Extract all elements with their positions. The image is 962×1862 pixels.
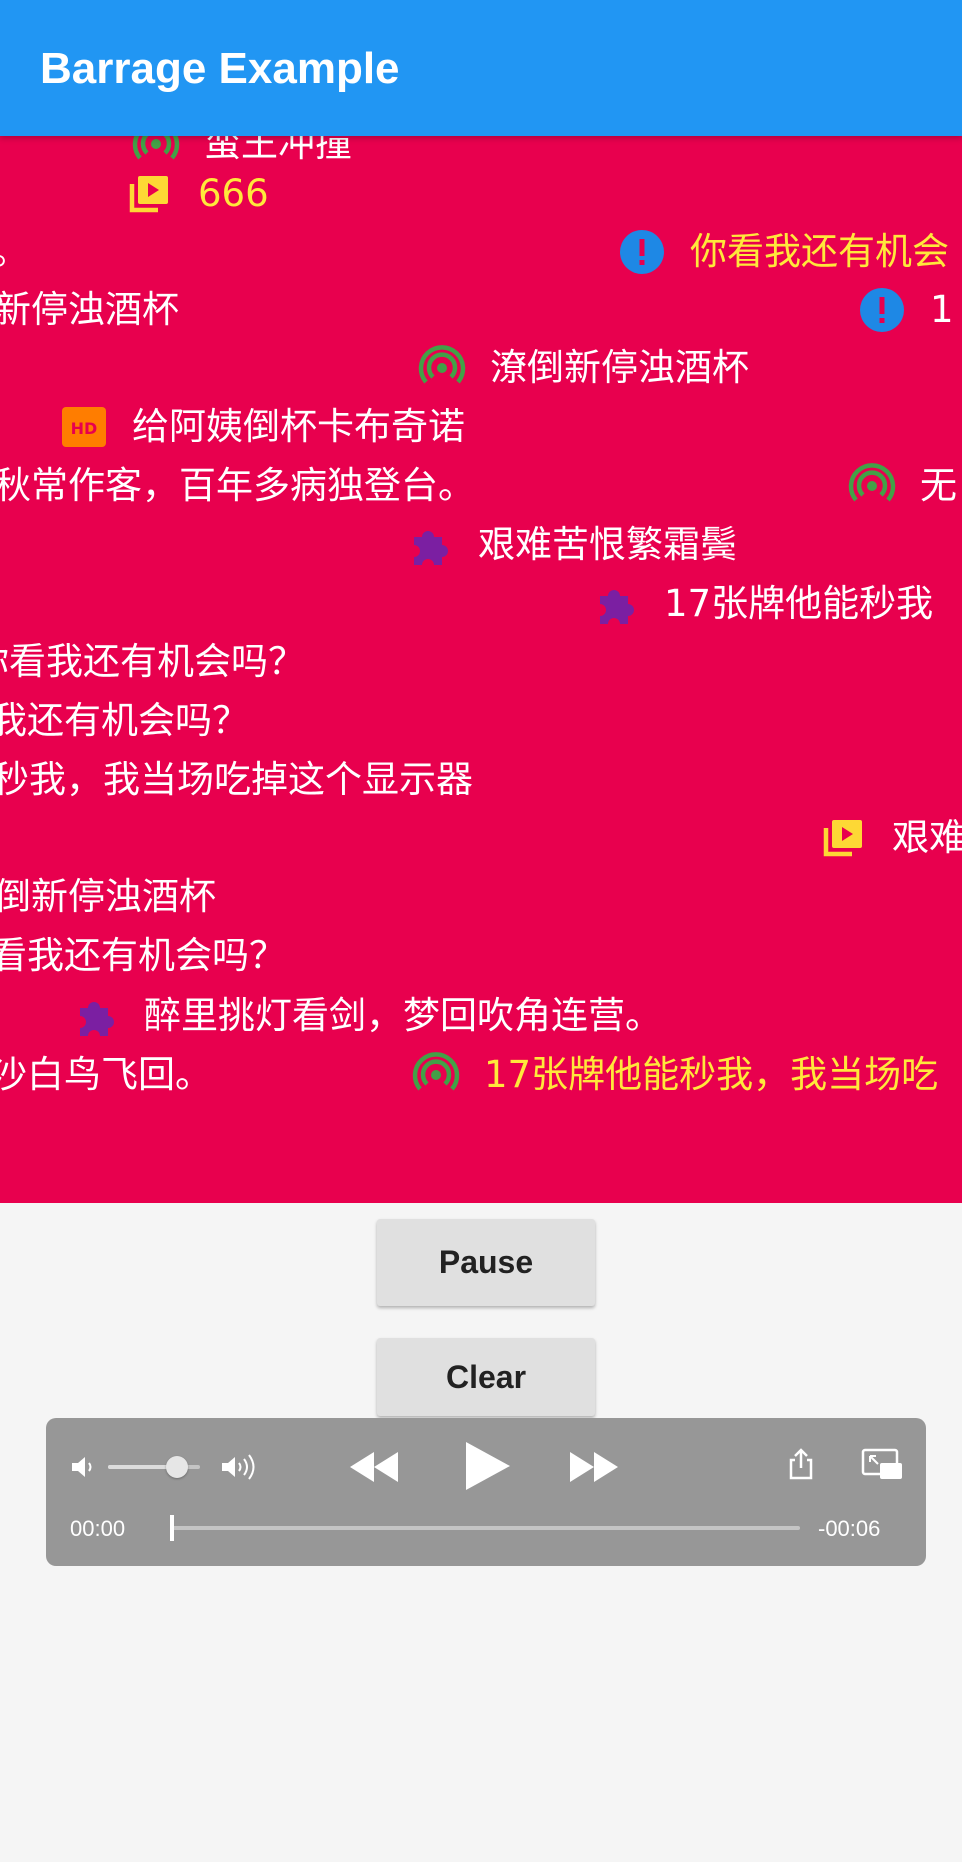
barrage-text: 。 (0, 228, 29, 276)
progress-knob[interactable] (170, 1515, 174, 1541)
picture-in-picture-icon[interactable] (860, 1446, 904, 1486)
volume-slider-knob[interactable] (166, 1456, 188, 1478)
barrage-item: 我还有机会吗？ (0, 697, 249, 745)
barrage-item: 你看我还有机会吗？ (0, 638, 305, 686)
barrage-text: 新停浊酒杯 (0, 288, 179, 331)
barrage-item: 倒新停浊酒杯 (0, 873, 216, 921)
remaining-time: -00:06 (818, 1516, 881, 1541)
barrage-text: 秒我，我当场吃掉这个显示器 (0, 758, 473, 801)
barrage-text: 秋常作客，百年多病独登台。 (0, 464, 475, 507)
clear-button[interactable]: Clear (377, 1338, 595, 1416)
current-time: 00:00 (70, 1516, 126, 1541)
play-icon[interactable] (462, 1438, 512, 1498)
barrage-item: 看我还有机会吗？ (0, 932, 286, 980)
barrage-text: 给阿姨倒杯卡布奇诺 (132, 405, 465, 448)
barrage-item: 。 (0, 228, 29, 276)
radio-waves-icon (846, 462, 898, 510)
rewind-icon[interactable] (348, 1448, 400, 1490)
alert-circle-icon (616, 228, 668, 276)
app-bar: Barrage Example (0, 0, 962, 136)
barrage-text: 看我还有机会吗？ (0, 934, 286, 977)
puzzle-piece-icon (404, 521, 456, 569)
volume-high-icon[interactable] (220, 1452, 262, 1486)
barrage-item: 秋常作客，百年多病独登台。 (0, 462, 475, 510)
barrage-item: 1 (856, 286, 954, 334)
barrage-text: 沙白鸟飞回。 (0, 1053, 212, 1096)
barrage-text: 17张牌他能秒我 (664, 582, 934, 625)
video-library-icon (818, 814, 870, 862)
svg-text:HD: HD (71, 419, 98, 438)
barrage-text: 你看我还有机会 (690, 230, 949, 273)
radio-waves-icon (130, 136, 182, 168)
barrage-item: 秒我，我当场吃掉这个显示器 (0, 756, 473, 804)
barrage-item: 艰难 (818, 814, 962, 862)
barrage-item: 17张牌他能秒我 (590, 580, 933, 628)
barrage-item: 醉里挑灯看剑，梦回吹角连营。 (70, 992, 662, 1040)
hd-badge-icon: HD (58, 403, 110, 451)
barrage-item: 666 (124, 170, 269, 218)
barrage-item: 蛮王冲撞 (130, 136, 352, 168)
fast-forward-icon[interactable] (568, 1448, 620, 1490)
pause-button[interactable]: Pause (377, 1219, 595, 1306)
barrage-item: 沙白鸟飞回。 (0, 1051, 212, 1099)
barrage-text: 1 (930, 288, 954, 331)
radio-waves-icon (416, 344, 468, 392)
barrage-text: 我还有机会吗？ (0, 699, 249, 742)
barrage-text: 无 (920, 464, 957, 507)
share-icon[interactable] (786, 1446, 816, 1486)
barrage-text: 17张牌他能秒我，我当场吃 (484, 1053, 939, 1096)
video-player-controls: 00:00 -00:06 (46, 1418, 926, 1566)
barrage-item: HD 给阿姨倒杯卡布奇诺 (58, 403, 465, 451)
barrage-item: 新停浊酒杯 (0, 286, 179, 334)
puzzle-piece-icon (590, 580, 642, 628)
puzzle-piece-icon (70, 992, 122, 1040)
barrage-text: 潦倒新停浊酒杯 (490, 346, 749, 389)
barrage-item: 无 (846, 462, 957, 510)
volume-low-icon[interactable] (68, 1452, 98, 1486)
barrage-text: 醉里挑灯看剑，梦回吹角连营。 (144, 994, 662, 1037)
barrage-item: 艰难苦恨繁霜鬓 (404, 521, 737, 569)
barrage-text: 倒新停浊酒杯 (0, 875, 216, 918)
barrage-text: 艰难苦恨繁霜鬓 (478, 523, 737, 566)
barrage-area: 蛮王冲撞 666 。 你看我还有机会新停浊酒杯 1 潦倒新停浊酒杯 HD 给阿姨倒杯卡布奇诺秋… (0, 136, 962, 1203)
progress-scrubber[interactable] (170, 1515, 800, 1541)
barrage-item: 潦倒新停浊酒杯 (416, 344, 749, 392)
barrage-item: 你看我还有机会 (616, 228, 949, 276)
barrage-text: 666 (198, 172, 269, 215)
volume-slider[interactable] (108, 1456, 200, 1478)
page-title: Barrage Example (40, 44, 400, 93)
radio-waves-icon (410, 1051, 462, 1099)
video-library-icon (124, 170, 176, 218)
barrage-text: 蛮王冲撞 (204, 136, 352, 165)
barrage-text: 艰难 (892, 816, 962, 859)
barrage-item: 17张牌他能秒我，我当场吃 (410, 1051, 938, 1099)
barrage-text: 你看我还有机会吗？ (0, 640, 305, 683)
alert-circle-icon (856, 286, 908, 334)
